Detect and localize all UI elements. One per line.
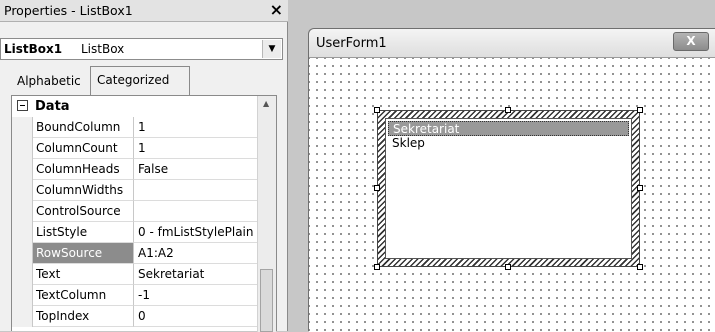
property-grid-scrollbar[interactable]: ▲ [257,96,276,332]
tab-alphabetic[interactable]: Alphabetic [13,70,93,94]
row-indent [12,285,33,306]
userform-title: UserForm1 [316,36,387,51]
chevron-down-icon[interactable]: ▼ [262,40,281,58]
scroll-up-arrow-icon[interactable]: ▲ [263,99,269,108]
row-indent [12,222,33,243]
property-name[interactable]: ListStyle [33,222,134,243]
property-value[interactable]: Sekretariat [134,264,257,285]
tab-categorized[interactable]: Categorized [90,66,190,96]
object-type: ListBox [81,42,125,56]
resize-handle-right[interactable] [637,185,643,191]
properties-title: Properties - ListBox1 [4,3,133,18]
resize-handle-bottom[interactable] [505,264,511,270]
property-value[interactable]: 1 [134,138,257,159]
object-name: ListBox1 [4,42,63,56]
property-name[interactable]: ControlSource [33,201,134,222]
properties-window: Properties - ListBox1 × ListBox1 ListBox… [0,0,288,332]
designer-area: UserForm1 X Sekretariat Sklep [288,0,715,332]
row-indent [12,264,33,285]
property-row[interactable]: ColumnCount 1 [12,138,257,159]
property-row[interactable]: ListStyle 0 - fmListStylePlain [12,222,257,243]
property-value[interactable]: False [134,159,257,180]
property-value[interactable]: 0 - fmListStylePlain [134,222,257,243]
row-indent [12,180,33,201]
resize-handle-bottom-left[interactable] [374,264,380,270]
property-value[interactable]: 0 [134,306,257,327]
category-row-data[interactable]: Data [12,96,257,117]
resize-handle-top[interactable] [505,107,511,113]
row-indent [12,159,33,180]
userform-close-button[interactable]: X [673,32,709,51]
property-row[interactable]: Text Sekretariat [12,264,257,285]
property-row[interactable]: ColumnWidths [12,180,257,201]
scrollbar-thumb[interactable] [260,269,273,332]
property-name[interactable]: RowSource [33,243,134,264]
property-value[interactable]: A1:A2 [134,243,257,264]
tab-categorized-label: Categorized [97,73,170,87]
property-row[interactable]: TextColumn -1 [12,285,257,306]
property-row[interactable]: BoundColumn 1 [12,117,257,138]
property-value[interactable]: 1 [134,117,257,138]
property-name[interactable]: Text [33,264,134,285]
listbox-item[interactable]: Sklep [388,136,629,151]
resize-handle-top-left[interactable] [374,107,380,113]
property-value[interactable]: -1 [134,285,257,306]
property-row[interactable]: ControlSource [12,201,257,222]
tab-alphabetic-label: Alphabetic [17,74,81,88]
property-value[interactable] [134,201,257,222]
property-value[interactable] [134,180,257,201]
property-row[interactable]: RowSource A1:A2 [12,243,257,264]
collapse-icon[interactable] [17,100,28,111]
listbox[interactable]: Sekretariat Sklep [385,118,632,259]
row-indent [12,201,33,222]
row-indent [12,243,33,264]
row-indent [12,138,33,159]
property-name[interactable]: ColumnWidths [33,180,134,201]
properties-title-bar: Properties - ListBox1 × [0,0,288,22]
listbox-selection-frame[interactable]: Sekretariat Sklep [377,110,640,267]
property-grid: Data BoundColumn 1 ColumnCount 1 ColumnHeads… [11,95,277,332]
resize-handle-bottom-right[interactable] [637,264,643,270]
property-row[interactable]: ColumnHeads False [12,159,257,180]
property-name[interactable]: ColumnCount [33,138,134,159]
category-toggle[interactable] [12,96,33,117]
resize-handle-top-right[interactable] [637,107,643,113]
property-name[interactable]: BoundColumn [33,117,134,138]
close-icon[interactable]: × [270,0,283,19]
row-indent [12,306,33,327]
userform-design-surface[interactable]: Sekretariat Sklep [309,58,715,332]
category-name: Data [35,99,70,114]
userform-caption-bar: UserForm1 X [309,29,715,58]
property-name[interactable]: TextColumn [33,285,134,306]
userform-window[interactable]: UserForm1 X Sekretariat Sklep [308,28,715,332]
object-selector[interactable]: ListBox1 ListBox ▼ [0,38,283,60]
property-name[interactable]: TopIndex [33,306,134,327]
row-indent [12,117,33,138]
property-name[interactable]: ColumnHeads [33,159,134,180]
listbox-item[interactable]: Sekretariat [388,121,629,136]
resize-handle-left[interactable] [374,185,380,191]
property-row[interactable]: TopIndex 0 [12,306,257,327]
